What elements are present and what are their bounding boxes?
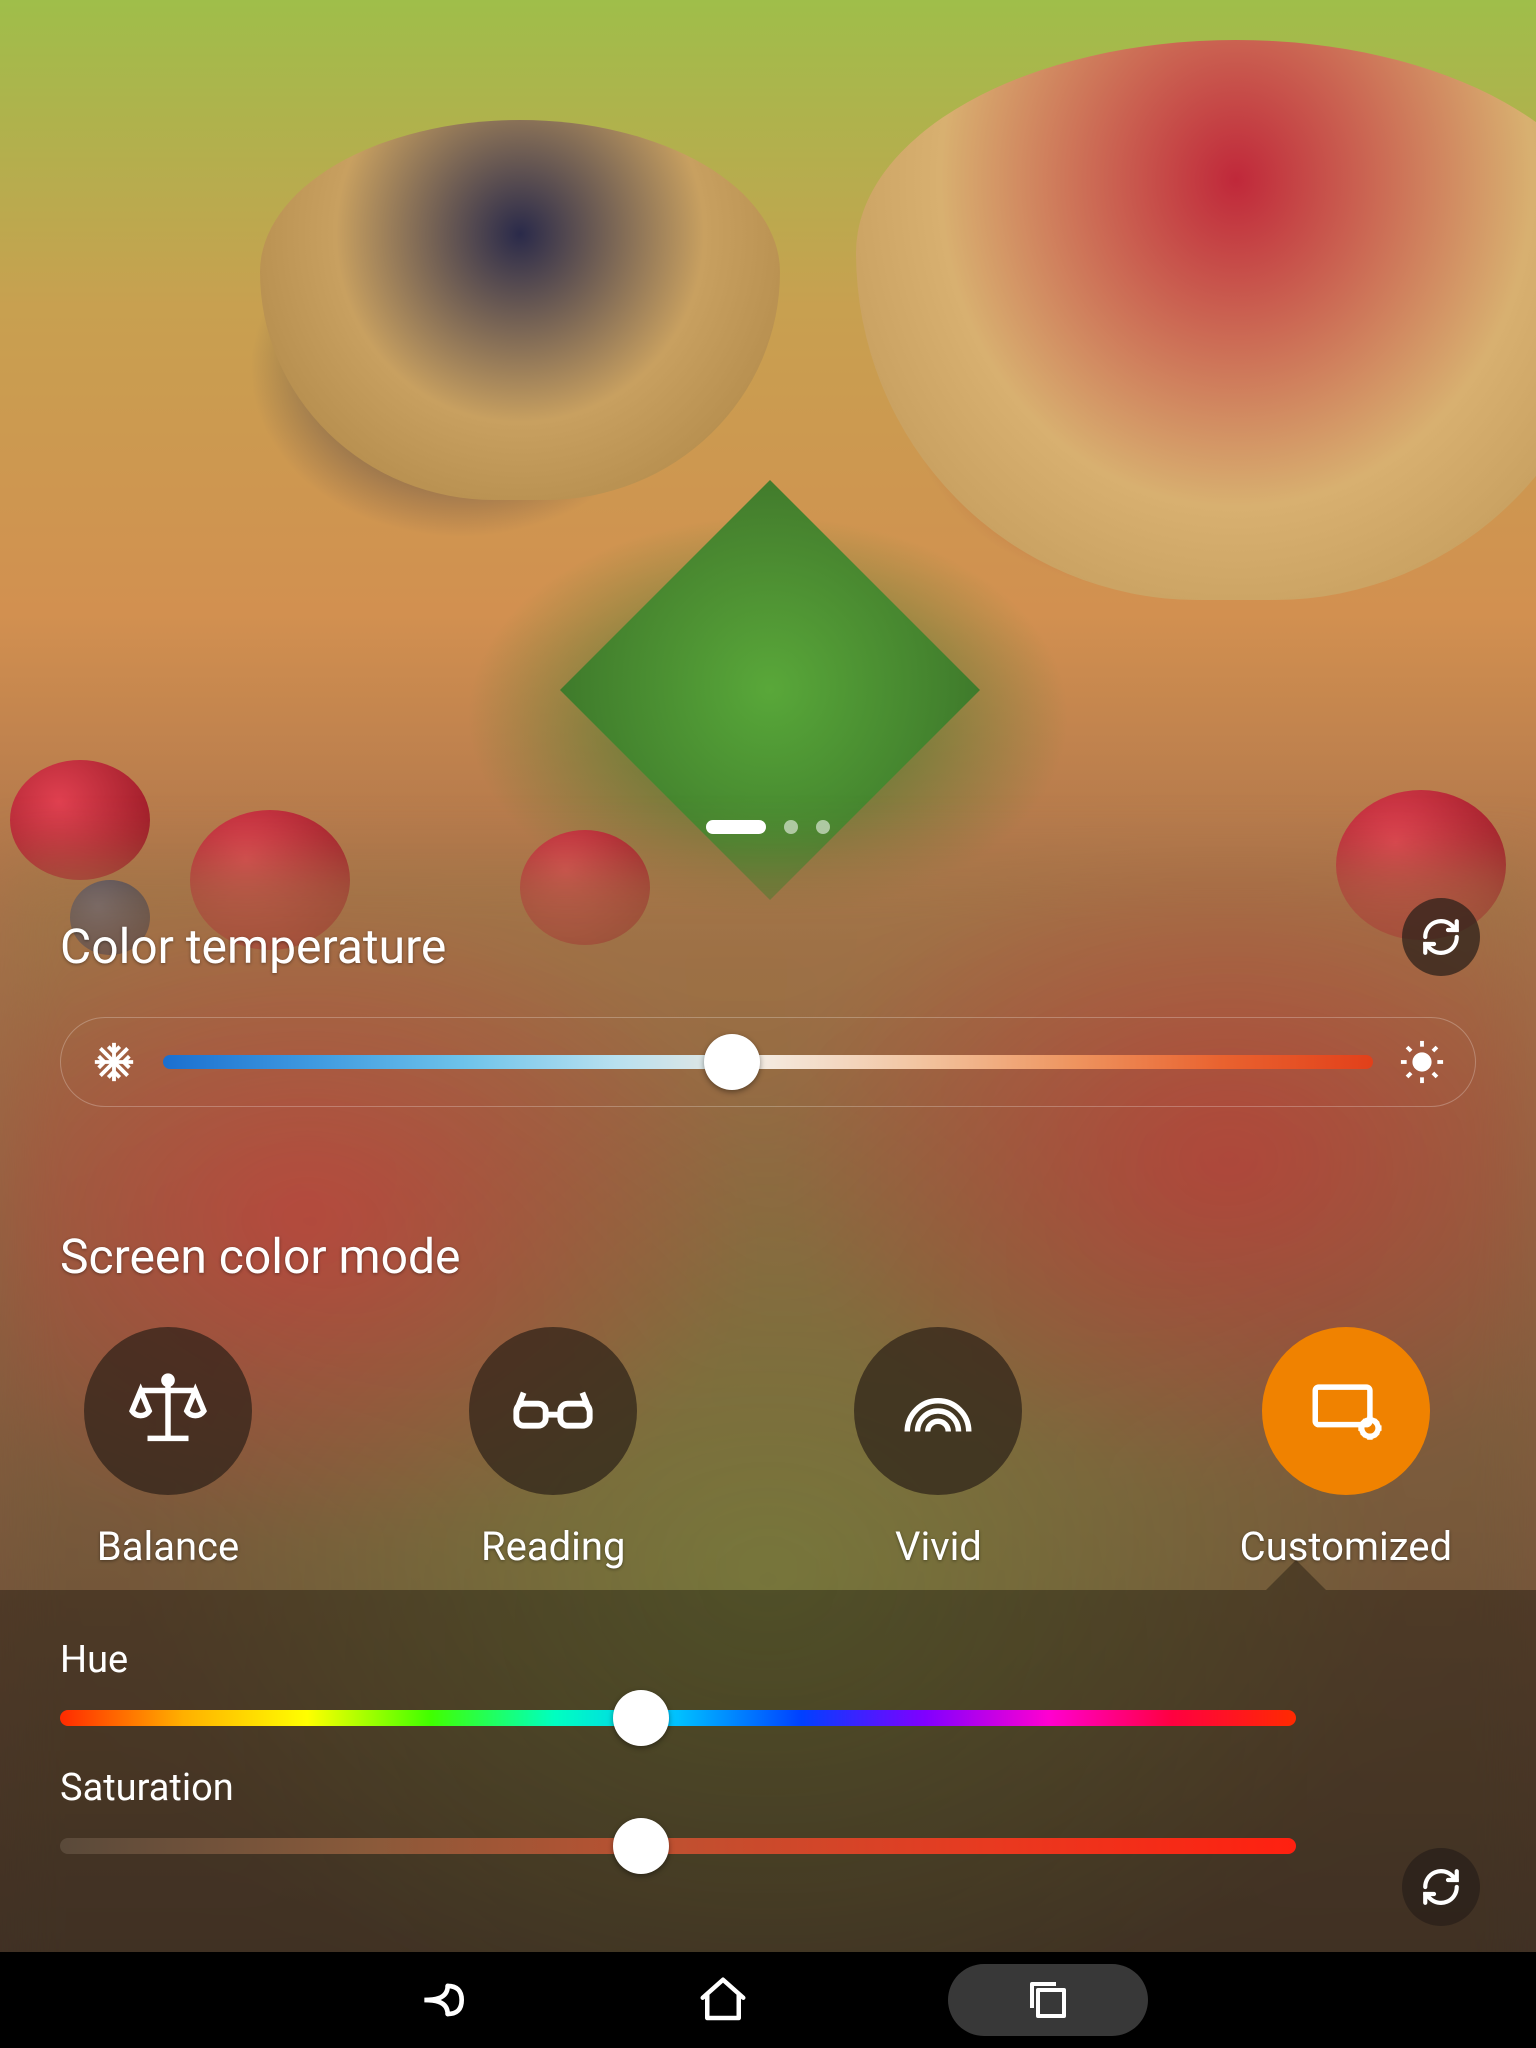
mode-customized-circle — [1262, 1327, 1430, 1495]
mode-balance-circle — [84, 1327, 252, 1495]
saturation-thumb[interactable] — [613, 1818, 669, 1874]
carousel-dot[interactable] — [816, 820, 830, 834]
recent-apps-icon — [1024, 1976, 1072, 2024]
nav-back-button[interactable] — [388, 1964, 498, 2036]
back-icon — [415, 1972, 471, 2028]
saturation-slider[interactable] — [60, 1838, 1296, 1854]
mode-reading[interactable]: Reading — [469, 1327, 637, 1570]
mode-vivid-circle — [854, 1327, 1022, 1495]
mode-balance[interactable]: Balance — [84, 1327, 252, 1570]
screen-color-mode-panel: Screen color mode Balance — [0, 1180, 1536, 1610]
color-temperature-panel: Color temperature — [0, 870, 1536, 1147]
snowflake-icon — [91, 1039, 137, 1085]
refresh-icon — [1420, 1866, 1462, 1908]
color-temperature-thumb[interactable] — [704, 1034, 760, 1090]
nav-recent-button[interactable] — [948, 1964, 1148, 2036]
saturation-label: Saturation — [60, 1766, 1476, 1810]
color-temperature-reset-button[interactable] — [1402, 898, 1480, 976]
scales-icon — [127, 1370, 209, 1452]
sun-icon — [1399, 1039, 1445, 1085]
display-gear-icon — [1305, 1370, 1387, 1452]
mode-vivid-label: Vivid — [895, 1523, 982, 1570]
preview-carousel-dots — [706, 820, 830, 834]
hue-slider[interactable] — [60, 1710, 1296, 1726]
refresh-icon — [1420, 916, 1462, 958]
carousel-dot-active[interactable] — [706, 820, 766, 834]
color-temperature-slider[interactable] — [60, 1017, 1476, 1107]
nav-home-button[interactable] — [668, 1964, 778, 2036]
hue-row: Hue — [60, 1638, 1476, 1726]
customized-reset-button[interactable] — [1402, 1848, 1480, 1926]
hue-label: Hue — [60, 1638, 1476, 1682]
color-temperature-track[interactable] — [163, 1055, 1373, 1069]
color-temperature-title: Color temperature — [60, 918, 1476, 975]
system-navbar — [0, 1952, 1536, 2048]
screen-color-mode-title: Screen color mode — [60, 1228, 1476, 1285]
customized-panel: Hue Saturation — [0, 1590, 1536, 1952]
mode-reading-circle — [469, 1327, 637, 1495]
mode-vivid[interactable]: Vivid — [854, 1327, 1022, 1570]
glasses-icon — [509, 1367, 597, 1455]
home-icon — [696, 1973, 750, 2027]
carousel-dot[interactable] — [784, 820, 798, 834]
mode-balance-label: Balance — [97, 1523, 239, 1570]
mode-reading-label: Reading — [481, 1523, 625, 1570]
rainbow-icon — [897, 1370, 979, 1452]
saturation-row: Saturation — [60, 1766, 1476, 1854]
mode-customized[interactable]: Customized — [1240, 1327, 1452, 1570]
customized-panel-pointer — [1266, 1560, 1326, 1590]
mode-options: Balance Reading Viv — [60, 1327, 1476, 1570]
hue-thumb[interactable] — [613, 1690, 669, 1746]
